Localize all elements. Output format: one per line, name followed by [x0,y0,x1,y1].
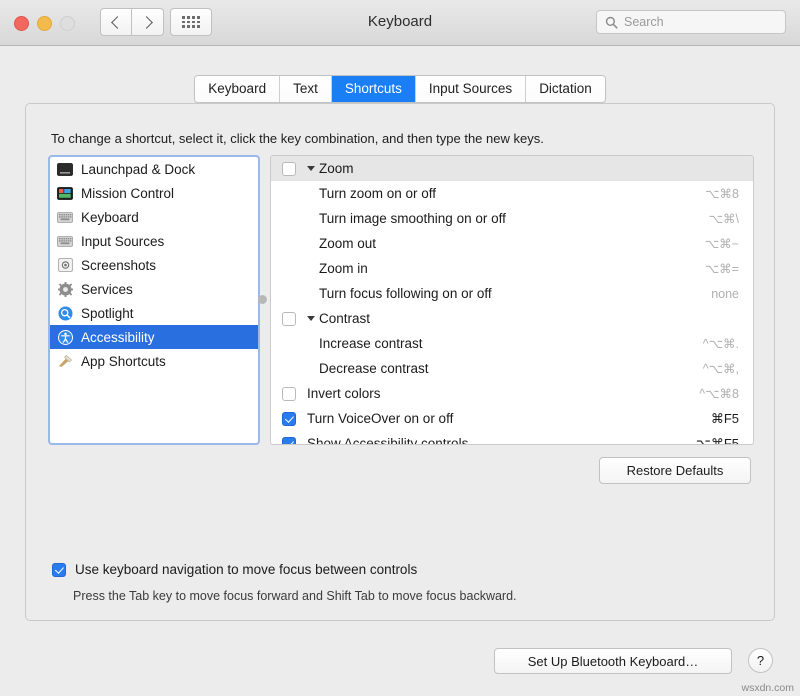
tab-group: Keyboard Text Shortcuts Input Sources Di… [194,75,605,103]
invert-colors-checkbox[interactable] [282,387,296,401]
shortcut-name: Show Accessibility controls [307,436,696,445]
table-row[interactable]: Show Accessibility controls ⌥⌘F5 [271,431,753,445]
pane-splitter-handle[interactable] [258,295,267,304]
keyboard-navigation-sublabel: Press the Tab key to move focus forward … [73,589,517,603]
tab-bar: Keyboard Text Shortcuts Input Sources Di… [0,75,800,103]
table-row[interactable]: Contrast [271,306,753,331]
help-button[interactable]: ? [748,648,773,673]
shortcut-key[interactable]: ^⌥⌘, [703,361,753,376]
launchpad-dock-icon [56,161,74,177]
search-placeholder: Search [624,15,664,29]
accessibility-icon [56,329,74,345]
shortcut-key[interactable]: ⌥⌘F5 [696,436,753,446]
disclosure-triangle-icon[interactable] [307,166,315,171]
row-checkbox-cell[interactable] [271,312,307,326]
sidebar-item-label: Spotlight [81,306,134,321]
sidebar-item-services[interactable]: Services [50,277,258,301]
set-up-bluetooth-keyboard-button[interactable]: Set Up Bluetooth Keyboard… [494,648,732,674]
window-titlebar: Keyboard Search [0,0,800,46]
sidebar-item-label: Accessibility [81,330,155,345]
sidebar-item-label: Screenshots [81,258,156,273]
sidebar-item-app-shortcuts[interactable]: App Shortcuts [50,349,258,373]
shortcut-name: Contrast [319,311,739,326]
instruction-text: To change a shortcut, select it, click t… [51,131,544,146]
input-sources-icon [56,233,74,249]
shortcut-name: Zoom out [271,236,705,251]
shortcut-key[interactable]: ^⌥⌘8 [699,386,753,401]
contrast-group-checkbox[interactable] [282,312,296,326]
shortcut-name: Zoom in [271,261,705,276]
shortcut-key[interactable]: ⌥⌘= [705,261,753,276]
shortcut-name: Invert colors [307,386,699,401]
search-icon [605,16,618,29]
table-row[interactable]: Zoom [271,156,753,181]
shortcut-name: Turn image smoothing on or off [271,211,709,226]
table-row[interactable]: Turn image smoothing on or off ⌥⌘\ [271,206,753,231]
screenshots-icon [56,257,74,273]
services-gear-icon [56,281,74,297]
keyboard-preferences-window: Keyboard Search Keyboard Text Shortcuts … [0,0,800,696]
voiceover-checkbox[interactable] [282,412,296,426]
sidebar-item-label: Services [81,282,133,297]
shortcut-name: Decrease contrast [271,361,703,376]
shortcut-key[interactable]: ⌘F5 [711,411,753,427]
watermark: wsxdn.com [741,682,794,694]
spotlight-icon [56,305,74,321]
sidebar-item-screenshots[interactable]: Screenshots [50,253,258,277]
sidebar-item-keyboard[interactable]: Keyboard [50,205,258,229]
table-row[interactable]: Zoom in ⌥⌘= [271,256,753,281]
table-row[interactable]: Invert colors ^⌥⌘8 [271,381,753,406]
tab-dictation[interactable]: Dictation [526,76,605,102]
shortcut-list[interactable]: Zoom Turn zoom on or off ⌥⌘8 Turn image … [270,155,754,445]
keyboard-navigation-checkbox-row[interactable]: Use keyboard navigation to move focus be… [52,562,417,577]
shortcut-name: Zoom [319,161,739,176]
restore-defaults-button[interactable]: Restore Defaults [599,457,751,484]
accessibility-controls-checkbox[interactable] [282,437,296,446]
table-row[interactable]: Turn VoiceOver on or off ⌘F5 [271,406,753,431]
sidebar-item-label: Mission Control [81,186,174,201]
row-checkbox-cell[interactable] [271,387,307,401]
tab-text[interactable]: Text [280,76,332,102]
sidebar-item-label: Launchpad & Dock [81,162,195,177]
tab-input-sources[interactable]: Input Sources [416,76,526,102]
disclosure-triangle-icon[interactable] [307,316,315,321]
keyboard-navigation-checkbox[interactable] [52,563,66,577]
keyboard-navigation-label: Use keyboard navigation to move focus be… [75,562,417,577]
sidebar-item-label: Keyboard [81,210,139,225]
shortcut-key[interactable]: ⌥⌘8 [705,186,753,201]
row-checkbox-cell[interactable] [271,162,307,176]
tab-shortcuts[interactable]: Shortcuts [332,76,416,102]
table-row[interactable]: Turn focus following on or off none [271,281,753,306]
shortcut-key[interactable]: none [711,287,753,301]
keyboard-icon [56,209,74,225]
app-shortcuts-icon [56,353,74,369]
sidebar-item-label: Input Sources [81,234,164,249]
table-row[interactable]: Zoom out ⌥⌘− [271,231,753,256]
sidebar-item-accessibility[interactable]: Accessibility [50,325,258,349]
zoom-group-checkbox[interactable] [282,162,296,176]
sidebar-item-spotlight[interactable]: Spotlight [50,301,258,325]
mission-control-icon [56,185,74,201]
table-row[interactable]: Turn zoom on or off ⌥⌘8 [271,181,753,206]
shortcut-category-list[interactable]: Launchpad & Dock Mission Control [48,155,260,445]
sidebar-item-input-sources[interactable]: Input Sources [50,229,258,253]
search-field[interactable]: Search [596,10,786,34]
row-checkbox-cell[interactable] [271,437,307,446]
table-row[interactable]: Increase contrast ^⌥⌘. [271,331,753,356]
shortcut-key[interactable]: ⌥⌘− [705,236,753,251]
sidebar-item-label: App Shortcuts [81,354,166,369]
shortcut-name: Turn focus following on or off [271,286,711,301]
sidebar-item-launchpad-dock[interactable]: Launchpad & Dock [50,157,258,181]
shortcut-name: Turn zoom on or off [271,186,705,201]
table-row[interactable]: Decrease contrast ^⌥⌘, [271,356,753,381]
tab-keyboard[interactable]: Keyboard [195,76,280,102]
shortcut-name: Turn VoiceOver on or off [307,411,711,426]
shortcut-key[interactable]: ⌥⌘\ [709,211,753,226]
shortcut-name: Increase contrast [271,336,703,351]
shortcut-key[interactable]: ^⌥⌘. [703,336,753,351]
sidebar-item-mission-control[interactable]: Mission Control [50,181,258,205]
row-checkbox-cell[interactable] [271,412,307,426]
